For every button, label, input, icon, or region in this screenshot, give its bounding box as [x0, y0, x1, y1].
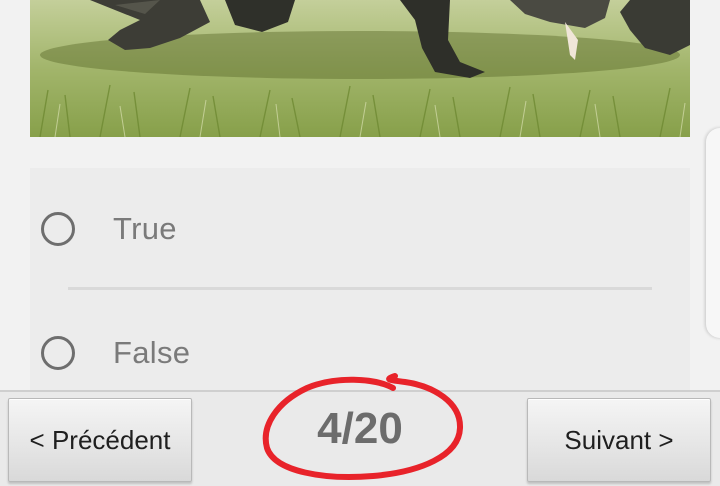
radio-button-false[interactable] [41, 336, 75, 370]
option-true[interactable]: True [30, 199, 690, 259]
radio-button-true[interactable] [41, 212, 75, 246]
next-button[interactable]: Suivant > [527, 398, 711, 482]
previous-button[interactable]: < Précédent [8, 398, 192, 482]
counter-text: 4/20 [317, 404, 403, 453]
option-label: True [113, 211, 177, 246]
side-panel-edge[interactable] [706, 128, 720, 338]
answer-options: True False [30, 168, 690, 390]
question-counter: 4/20 [255, 364, 465, 482]
option-label: False [113, 335, 191, 370]
komodo-dragon-image [30, 0, 690, 137]
option-divider [68, 287, 652, 290]
question-image [30, 0, 690, 137]
